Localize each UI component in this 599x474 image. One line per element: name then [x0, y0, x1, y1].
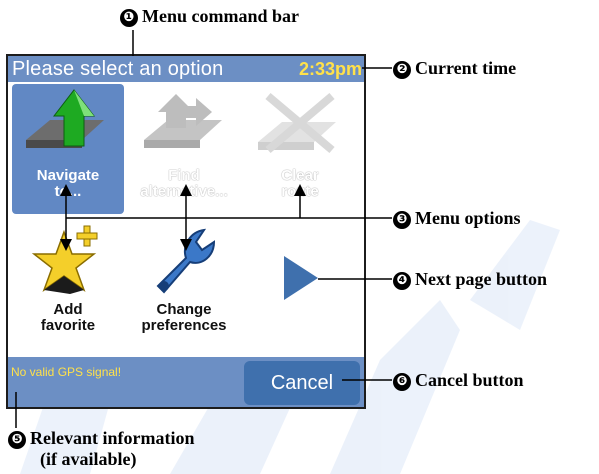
menu-option-label: Clear route	[281, 167, 319, 200]
menu-option-clear-route[interactable]: Clear route	[244, 84, 356, 214]
callout-current-time: ❷ Current time	[393, 58, 516, 79]
menu-option-label: Find alternative...	[140, 167, 228, 200]
callout-number: ❸	[393, 211, 411, 229]
change-preferences-icon	[156, 228, 216, 294]
callout-subtext: (if available)	[40, 449, 137, 469]
find-alternative-icon	[144, 94, 222, 148]
status-bar: No valid GPS signal! Cancel	[8, 357, 364, 407]
callout-number: ❷	[393, 61, 411, 79]
callout-text: Menu options	[415, 208, 521, 228]
callout-cancel-button: ❻ Cancel button	[393, 370, 524, 391]
callout-number: ❹	[393, 272, 411, 290]
callout-number: ❺	[8, 431, 26, 449]
menu-title: Please select an option	[12, 58, 224, 80]
callout-text: Next page button	[415, 269, 548, 289]
menu-option-add-favorite[interactable]: Add favorite	[12, 218, 124, 348]
right-arrow-icon[interactable]	[278, 252, 322, 304]
menu-option-label: Add favorite	[40, 301, 96, 334]
callout-relevant-information: ❺ Relevant information (if available)	[8, 428, 194, 469]
callout-text: Menu command bar	[142, 6, 299, 26]
gps-status-message: No valid GPS signal!	[11, 365, 122, 379]
callout-menu-command-bar: ❶ Menu command bar	[120, 6, 299, 27]
menu-option-label: Navigate to...	[36, 167, 100, 200]
device-screen: Please select an option 2:33pm Navigate …	[6, 54, 366, 409]
callout-text: Relevant information	[30, 428, 195, 448]
menu-option-navigate[interactable]: Navigate to...	[12, 84, 124, 214]
navigate-icon	[26, 89, 104, 148]
callout-next-page-button: ❹ Next page button	[393, 269, 547, 290]
callout-text: Current time	[415, 58, 517, 78]
menu-option-find-alternative[interactable]: Find alternative...	[128, 84, 240, 214]
menu-option-change-preferences[interactable]: Change preferences	[128, 218, 240, 348]
callout-menu-options: ❸ Menu options	[393, 208, 521, 229]
clear-route-icon	[258, 92, 336, 154]
menu-command-bar: Please select an option 2:33pm	[8, 56, 364, 82]
cancel-button[interactable]: Cancel	[244, 361, 360, 405]
callout-number: ❶	[120, 9, 138, 27]
callout-number: ❻	[393, 373, 411, 391]
menu-option-label: Change preferences	[141, 301, 227, 334]
callout-text: Cancel button	[415, 370, 524, 390]
add-favorite-icon	[31, 225, 98, 294]
current-time: 2:33pm	[298, 59, 362, 79]
